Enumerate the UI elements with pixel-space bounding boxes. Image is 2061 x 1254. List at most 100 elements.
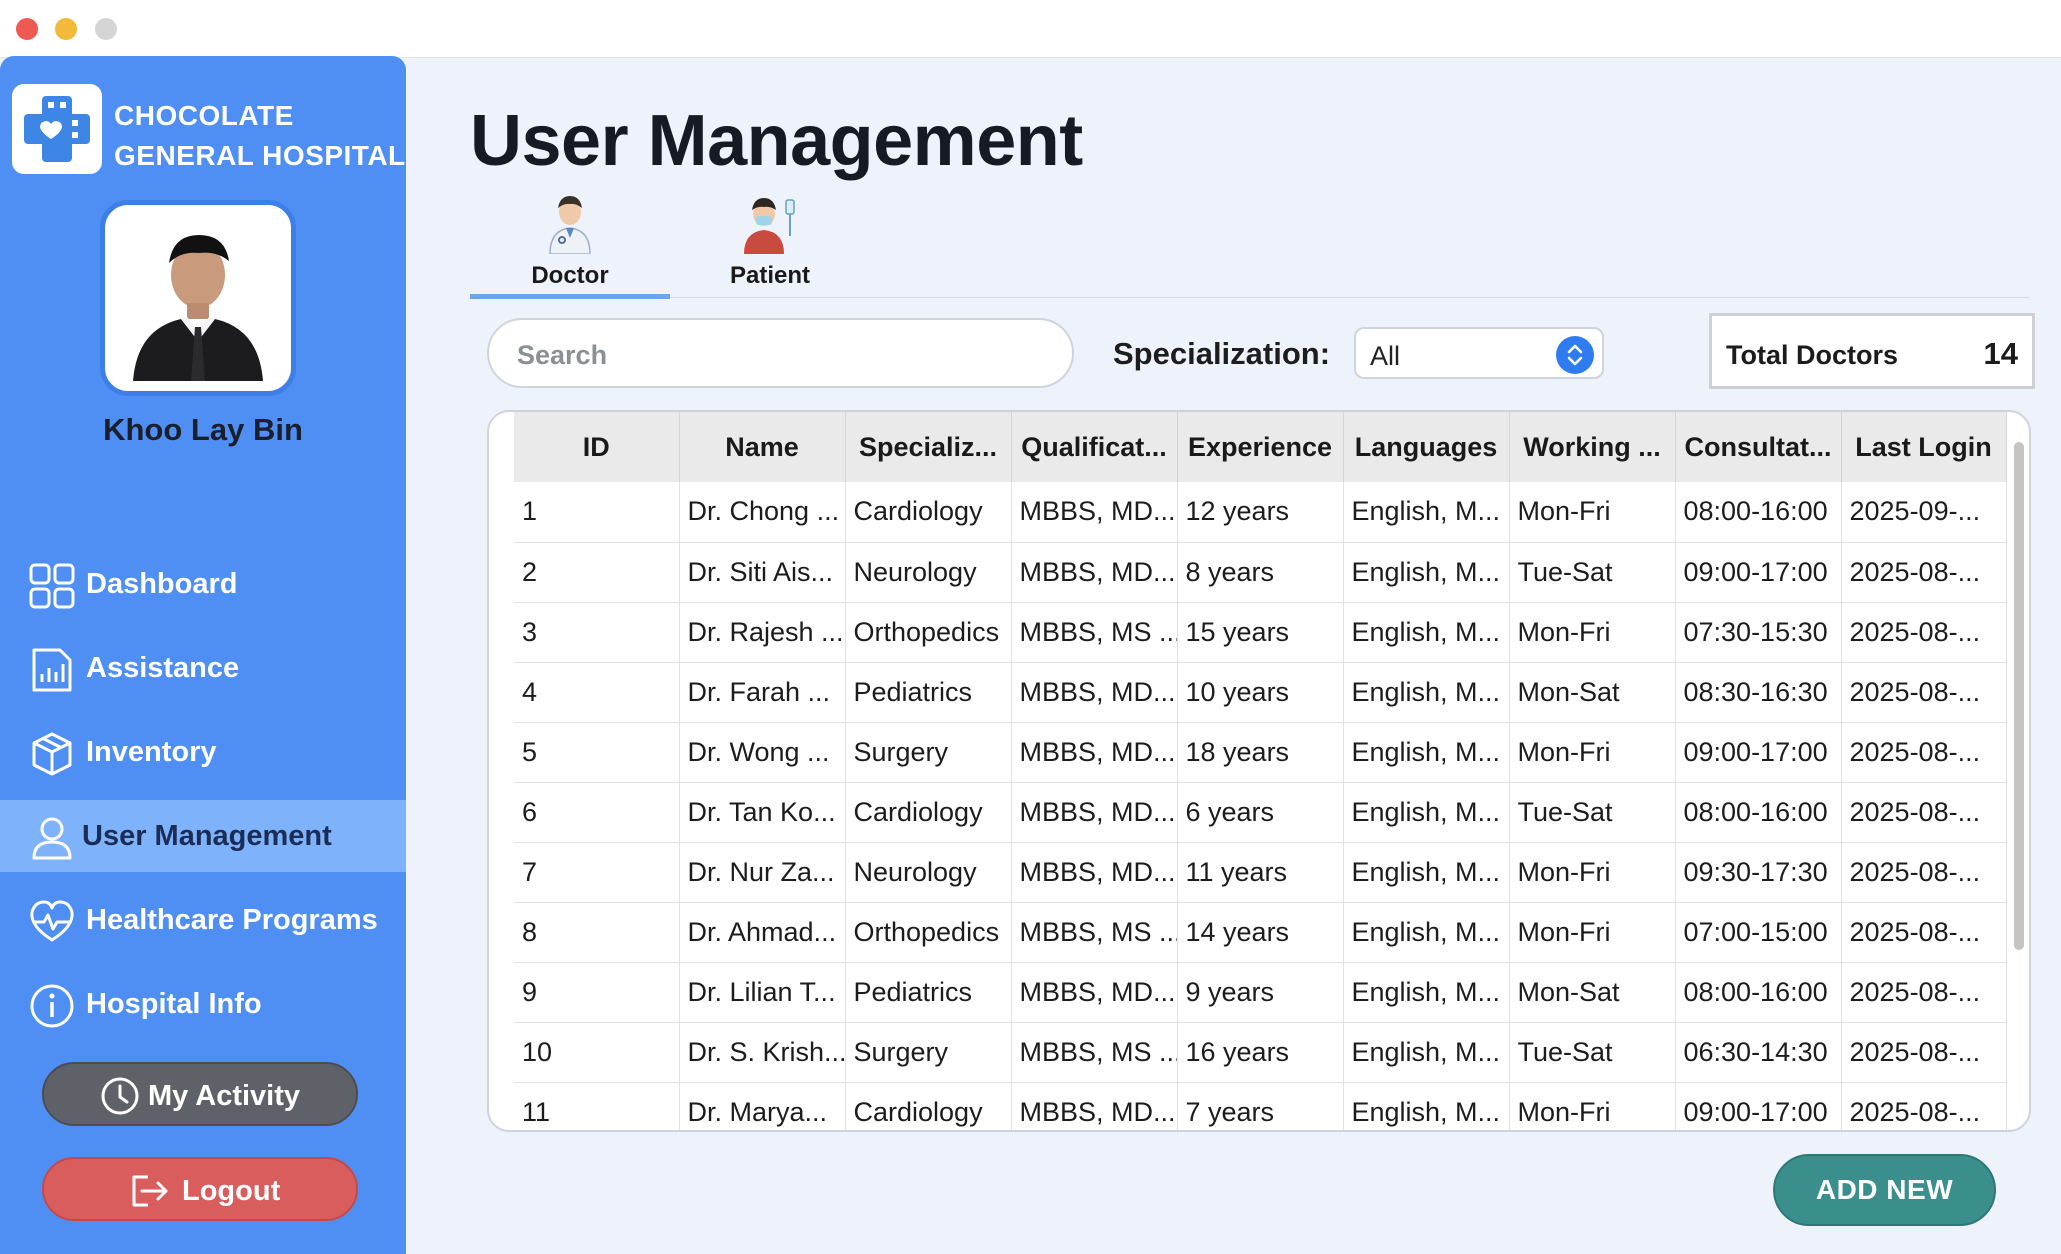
- cell-name: Dr. Siti Ais...: [679, 542, 846, 603]
- cell-id: 11: [514, 1082, 680, 1130]
- cell-consultation: 08:00-16:00: [1675, 482, 1842, 543]
- cell-last-login: 2025-08-...: [1841, 602, 2007, 663]
- cell-last-login: 2025-08-...: [1841, 842, 2007, 903]
- sidebar-item-hospital-info[interactable]: Hospital Info: [0, 968, 406, 1040]
- box-icon: [32, 732, 72, 776]
- column-header-specialization[interactable]: Specializ...: [845, 412, 1012, 482]
- tab-doctor[interactable]: Doctor: [470, 196, 670, 300]
- cell-specialization: Surgery: [845, 1022, 1012, 1083]
- cell-working-days: Mon-Fri: [1509, 722, 1676, 783]
- cell-languages: English, M...: [1343, 662, 1510, 723]
- page-title: User Management: [470, 101, 1083, 181]
- cell-id: 2: [514, 542, 680, 603]
- sidebar-item-healthcare-programs[interactable]: Healthcare Programs: [0, 884, 406, 956]
- table-row[interactable]: 3 Dr. Rajesh ... Orthopedics MBBS, MS ... 15…: [514, 602, 2007, 663]
- sidebar-item-label: Assistance: [86, 652, 240, 684]
- cell-languages: English, M...: [1343, 602, 1510, 663]
- table-row[interactable]: 7 Dr. Nur Za... Neurology MBBS, MD... 11 yea…: [514, 842, 2007, 903]
- cell-last-login: 2025-08-...: [1841, 902, 2007, 963]
- cell-specialization: Orthopedics: [845, 902, 1012, 963]
- cell-working-days: Mon-Sat: [1509, 962, 1676, 1023]
- cell-specialization: Pediatrics: [845, 662, 1012, 723]
- cell-consultation: 08:00-16:00: [1675, 962, 1842, 1023]
- column-header-last-login[interactable]: Last Login: [1841, 412, 2007, 482]
- cell-id: 3: [514, 602, 680, 663]
- cell-qualification: MBBS, MS ...: [1011, 902, 1178, 963]
- column-header-working-days[interactable]: Working ...: [1509, 412, 1676, 482]
- cell-id: 7: [514, 842, 680, 903]
- cell-consultation: 08:00-16:00: [1675, 782, 1842, 843]
- cell-id: 10: [514, 1022, 680, 1083]
- cell-qualification: MBBS, MD...: [1011, 782, 1178, 843]
- cell-name: Dr. Tan Ko...: [679, 782, 846, 843]
- cell-experience: 10 years: [1177, 662, 1344, 723]
- table-row[interactable]: 9 Dr. Lilian T... Pediatrics MBBS, MD... 9 y…: [514, 962, 2007, 1023]
- sidebar-item-user-management[interactable]: User Management: [0, 800, 406, 872]
- cell-last-login: 2025-08-...: [1841, 782, 2007, 843]
- doctors-table: ID Name Specializ... Qualificat... Exper…: [487, 410, 2031, 1132]
- column-header-consultation[interactable]: Consultat...: [1675, 412, 1842, 482]
- heart-pulse-icon: [30, 900, 74, 942]
- zoom-window-button[interactable]: [95, 18, 117, 40]
- user-name: Khoo Lay Bin: [103, 412, 303, 447]
- cell-specialization: Cardiology: [845, 1082, 1012, 1130]
- table-row[interactable]: 6 Dr. Tan Ko... Cardiology MBBS, MD... 6 yea…: [514, 782, 2007, 843]
- cell-experience: 16 years: [1177, 1022, 1344, 1083]
- table-scrollbar[interactable]: [2014, 442, 2024, 950]
- column-header-experience[interactable]: Experience: [1177, 412, 1344, 482]
- cell-working-days: Mon-Sat: [1509, 662, 1676, 723]
- cell-specialization: Neurology: [845, 842, 1012, 903]
- cell-id: 6: [514, 782, 680, 843]
- table-row[interactable]: 5 Dr. Wong ... Surgery MBBS, MD... 18 years E…: [514, 722, 2007, 783]
- specialization-select[interactable]: All: [1354, 327, 1604, 379]
- cell-id: 5: [514, 722, 680, 783]
- table-row[interactable]: 8 Dr. Ahmad... Orthopedics MBBS, MS ... 14 y…: [514, 902, 2007, 963]
- doctor-icon: [549, 196, 591, 254]
- column-header-id[interactable]: ID: [514, 412, 680, 482]
- column-header-qualification[interactable]: Qualificat...: [1011, 412, 1178, 482]
- clock-icon: [101, 1077, 139, 1115]
- window-titlebar: [0, 0, 2061, 58]
- cell-last-login: 2025-08-...: [1841, 962, 2007, 1023]
- add-new-button[interactable]: ADD NEW: [1773, 1154, 1996, 1226]
- table-row[interactable]: 2 Dr. Siti Ais... Neurology MBBS, MD... 8 ye…: [514, 542, 2007, 603]
- sidebar-item-assistance[interactable]: Assistance: [0, 632, 406, 704]
- select-stepper[interactable]: [1556, 336, 1594, 374]
- sidebar-item-inventory[interactable]: Inventory: [0, 716, 406, 788]
- my-activity-button[interactable]: My Activity: [42, 1062, 358, 1126]
- table-row[interactable]: 11 Dr. Marya... Cardiology MBBS, MD... 7 yea…: [514, 1082, 2007, 1130]
- search-input[interactable]: Search: [487, 318, 1074, 388]
- cell-working-days: Tue-Sat: [1509, 1022, 1676, 1083]
- cell-qualification: MBBS, MD...: [1011, 662, 1178, 723]
- cell-last-login: 2025-08-...: [1841, 542, 2007, 603]
- cell-experience: 9 years: [1177, 962, 1344, 1023]
- cell-languages: English, M...: [1343, 902, 1510, 963]
- specialization-label: Specialization:: [1113, 336, 1331, 371]
- my-activity-label: My Activity: [148, 1080, 301, 1112]
- cell-last-login: 2025-08-...: [1841, 1082, 2007, 1130]
- table-row[interactable]: 10 Dr. S. Krish... Surgery MBBS, MS ... 16 y…: [514, 1022, 2007, 1083]
- cell-languages: English, M...: [1343, 1082, 1510, 1130]
- tab-divider: [470, 297, 2030, 298]
- close-window-button[interactable]: [16, 18, 38, 40]
- logout-label: Logout: [182, 1175, 281, 1207]
- cell-working-days: Mon-Fri: [1509, 1082, 1676, 1130]
- chevron-updown-icon: [1567, 344, 1583, 366]
- table-row[interactable]: 1 Dr. Chong ... Cardiology MBBS, MD... 12 ye…: [514, 482, 2007, 543]
- patient-icon: [744, 198, 795, 254]
- tab-patient[interactable]: Patient: [670, 196, 870, 300]
- cell-name: Dr. Rajesh ...: [679, 602, 846, 663]
- logout-button[interactable]: Logout: [42, 1157, 358, 1221]
- search-placeholder: Search: [517, 340, 608, 370]
- column-header-languages[interactable]: Languages: [1343, 412, 1510, 482]
- cell-specialization: Surgery: [845, 722, 1012, 783]
- table-row[interactable]: 4 Dr. Farah ... Pediatrics MBBS, MD... 10 ye…: [514, 662, 2007, 723]
- column-header-name[interactable]: Name: [679, 412, 846, 482]
- cell-last-login: 2025-08-...: [1841, 722, 2007, 783]
- sidebar-item-dashboard[interactable]: Dashboard: [0, 548, 406, 620]
- minimize-window-button[interactable]: [55, 18, 77, 40]
- tab-patient-label: Patient: [729, 262, 810, 289]
- cell-id: 1: [514, 482, 680, 543]
- cell-last-login: 2025-08-...: [1841, 1022, 2007, 1083]
- cell-languages: English, M...: [1343, 1022, 1510, 1083]
